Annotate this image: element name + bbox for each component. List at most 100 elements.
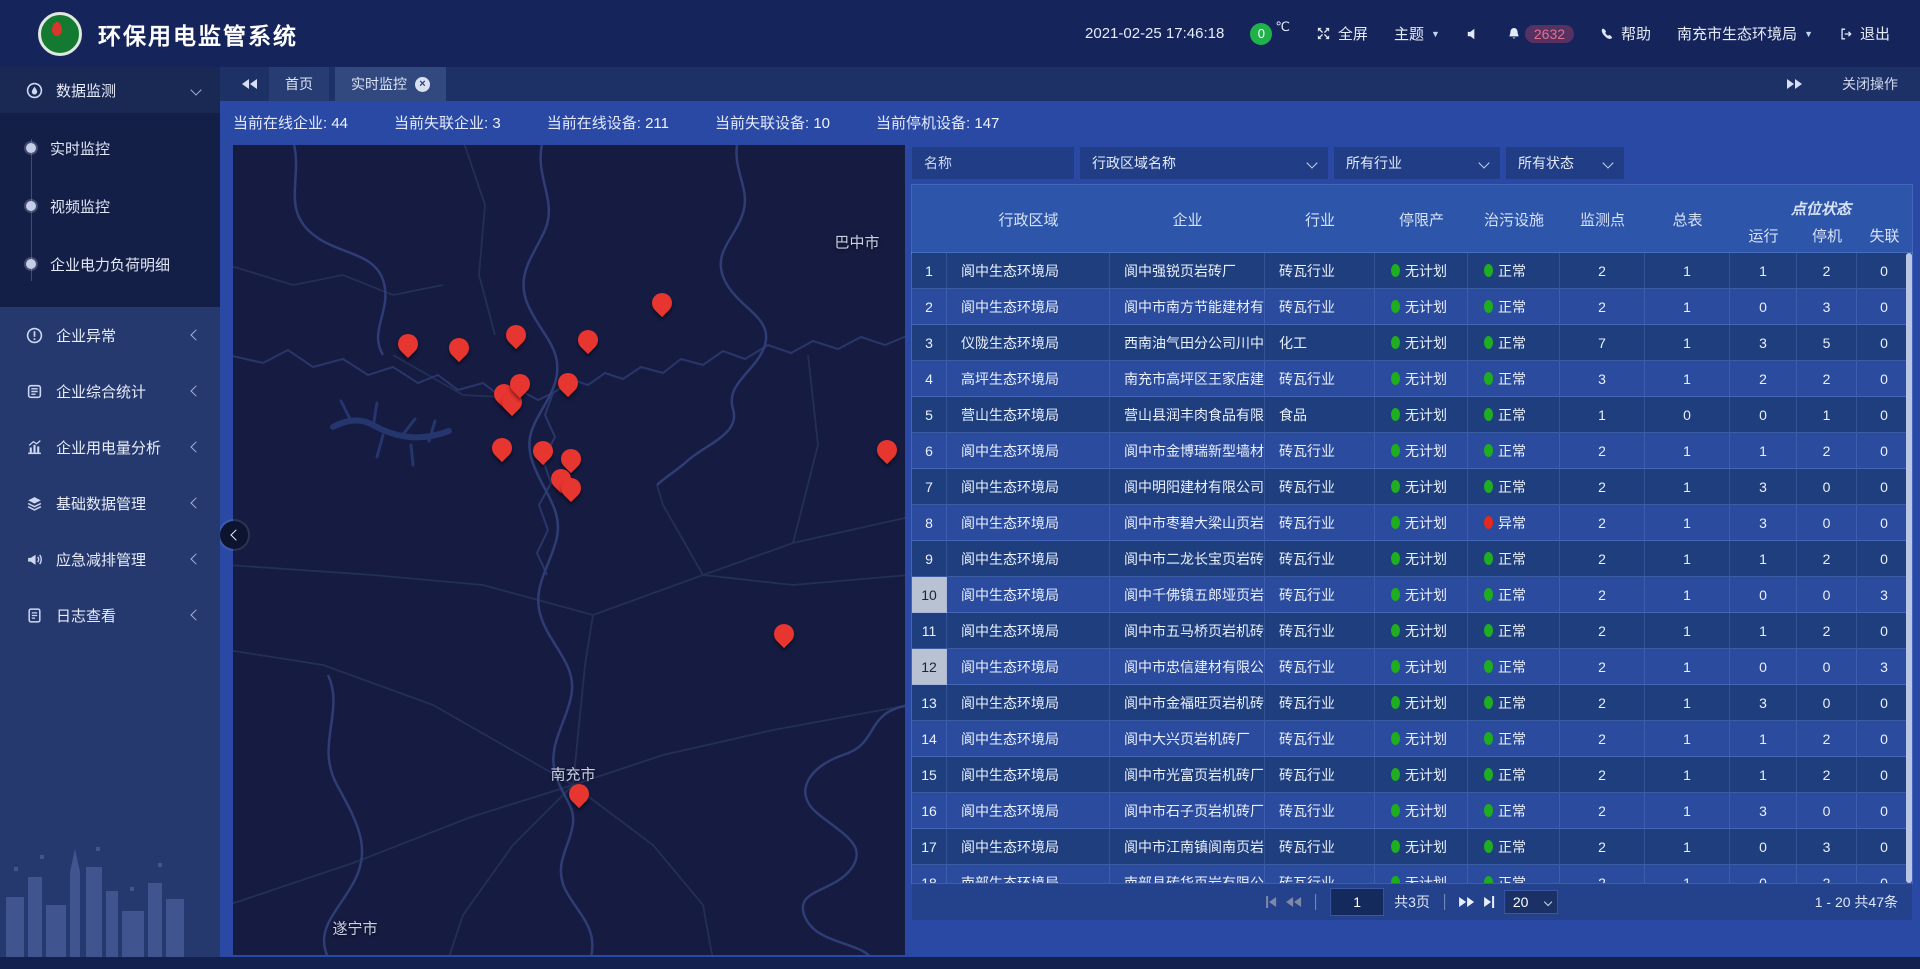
- collapse-panel-button[interactable]: [220, 521, 248, 549]
- status-dot-green-icon: [1391, 588, 1400, 601]
- table-row[interactable]: 1阆中生态环境局阆中强锐页岩砖厂砖瓦行业无计划正常21120: [912, 253, 1912, 289]
- table-row[interactable]: 17阆中生态环境局阆中市江南镇阆南页岩砖瓦行业无计划正常21030: [912, 829, 1912, 865]
- table-row[interactable]: 9阆中生态环境局阆中市二龙长宝页岩砖砖瓦行业无计划正常21120: [912, 541, 1912, 577]
- sidebar-item-data-monitoring[interactable]: 数据监测: [0, 67, 220, 113]
- status-dot-green-icon: [1484, 624, 1493, 637]
- app-header: 环保用电监管系统 2021-02-25 17:46:18 0 ℃ 全屏 主题 ▼…: [0, 0, 1920, 67]
- status-dot-green-icon: [1484, 588, 1493, 601]
- sidebar-item-realtime-monitor[interactable]: 实时监控: [0, 119, 220, 177]
- status-dot-green-icon: [1484, 444, 1493, 457]
- help-button[interactable]: 帮助: [1600, 23, 1651, 44]
- tabs: 首页实时监控×: [269, 67, 446, 101]
- caret-down-icon: ▼: [1804, 29, 1813, 39]
- close-operations-dropdown[interactable]: 关闭操作: [1842, 74, 1898, 94]
- chevron-down-icon: [190, 84, 201, 95]
- sidebar-item-emergency-reduction[interactable]: 应急减排管理: [0, 531, 220, 587]
- table-row[interactable]: 11阆中生态环境局阆中市五马桥页岩机砖砖瓦行业无计划正常21120: [912, 613, 1912, 649]
- scroll-tabs-left-icon[interactable]: [242, 79, 257, 89]
- page-size-select[interactable]: 20: [1504, 890, 1558, 914]
- table-row[interactable]: 8阆中生态环境局阆中市枣碧大梁山页岩砖瓦行业无计划异常21300: [912, 505, 1912, 541]
- status-dot-green-icon: [1391, 264, 1400, 277]
- first-page-button[interactable]: [1266, 896, 1276, 908]
- logout-button[interactable]: 退出: [1839, 23, 1890, 44]
- table-scrollbar[interactable]: [1906, 253, 1912, 883]
- sidebar-item-power-usage-analysis[interactable]: 企业用电量分析: [0, 419, 220, 475]
- map-roads: [233, 145, 905, 955]
- stats-bar: 当前在线企业: 44当前失联企业: 3当前在线设备: 211当前失联设备: 10…: [233, 112, 999, 133]
- table-row[interactable]: 16阆中生态环境局阆中市石子页岩机砖厂砖瓦行业无计划正常21300: [912, 793, 1912, 829]
- sidebar-item-power-load-detail[interactable]: 企业电力负荷明细: [0, 235, 220, 293]
- tabbar: 首页实时监控× 关闭操作: [220, 67, 1920, 101]
- tab-home[interactable]: 首页: [269, 67, 329, 101]
- col-running: 运行: [1730, 221, 1797, 253]
- scroll-tabs-right-icon[interactable]: [1787, 79, 1802, 89]
- status-dot-green-icon: [1391, 408, 1400, 421]
- sidebar-item-log-view[interactable]: 日志查看: [0, 587, 220, 643]
- chevron-left-icon: [230, 529, 241, 540]
- total-pages-label: 共3页: [1394, 892, 1430, 912]
- sidebar-item-enterprise-abnormal[interactable]: 企业异常: [0, 307, 220, 363]
- chevron-down-icon: [1602, 157, 1613, 168]
- status-dot-green-icon: [1391, 624, 1400, 637]
- table-header: 行政区域 企业 行业 停限产 治污设施 监测点 总表 点位状态 运行 停机 失联: [912, 185, 1912, 253]
- table-row[interactable]: 3仪陇生态环境局西南油气田分公司川中化工无计划正常71350: [912, 325, 1912, 361]
- temperature-badge: 0: [1250, 23, 1272, 45]
- table-row[interactable]: 12阆中生态环境局阆中市忠信建材有限公砖瓦行业无计划正常21003: [912, 649, 1912, 685]
- table-row[interactable]: 2阆中生态环境局阆中市南方节能建材有砖瓦行业无计划正常21030: [912, 289, 1912, 325]
- status-dot-green-icon: [1484, 732, 1493, 745]
- stat-item: 当前在线设备: 211: [547, 112, 669, 133]
- industry-select[interactable]: 所有行业: [1334, 147, 1500, 179]
- phone-icon: [1600, 27, 1614, 41]
- table-row[interactable]: 14阆中生态环境局阆中大兴页岩机砖厂砖瓦行业无计划正常21120: [912, 721, 1912, 757]
- logout-icon: [1839, 27, 1853, 41]
- city-skyline-decoration: [0, 827, 220, 957]
- chart-icon: [26, 439, 43, 456]
- last-page-button[interactable]: [1484, 896, 1494, 908]
- col-meters: 总表: [1645, 185, 1730, 253]
- status-dot-green-icon: [1484, 696, 1493, 709]
- sidebar-item-video-monitor[interactable]: 视频监控: [0, 177, 220, 235]
- bullet-dot-icon: [26, 259, 36, 269]
- notifications[interactable]: 2632: [1506, 25, 1574, 43]
- sidebar-item-base-data-management[interactable]: 基础数据管理: [0, 475, 220, 531]
- table-row[interactable]: 5营山生态环境局营山县润丰肉食品有限食品无计划正常10010: [912, 397, 1912, 433]
- status-dot-green-icon: [1391, 660, 1400, 673]
- sidebar-item-enterprise-statistics[interactable]: 企业综合统计: [0, 363, 220, 419]
- table-row[interactable]: 6阆中生态环境局阆中市金博瑞新型墙材砖瓦行业无计划正常21120: [912, 433, 1912, 469]
- table-row[interactable]: 4高坪生态环境局南充市高坪区王家店建砖瓦行业无计划正常31220: [912, 361, 1912, 397]
- prev-page-button[interactable]: [1286, 897, 1301, 907]
- org-dropdown[interactable]: 南充市生态环境局 ▼: [1677, 23, 1813, 44]
- table-row[interactable]: 15阆中生态环境局阆中市光富页岩机砖厂砖瓦行业无计划正常21120: [912, 757, 1912, 793]
- status-dot-green-icon: [1484, 804, 1493, 817]
- status-dot-green-icon: [1484, 480, 1493, 493]
- name-search-input[interactable]: [912, 147, 1074, 179]
- next-page-button[interactable]: [1459, 897, 1474, 907]
- mute-button[interactable]: [1466, 27, 1480, 41]
- theme-dropdown[interactable]: 主题 ▼: [1394, 23, 1440, 44]
- table-row[interactable]: 7阆中生态环境局阆中明阳建材有限公司砖瓦行业无计划正常21300: [912, 469, 1912, 505]
- status-dot-green-icon: [1391, 804, 1400, 817]
- tab-realtime-monitor[interactable]: 实时监控×: [335, 67, 446, 101]
- fullscreen-icon: [1316, 26, 1331, 41]
- table-row[interactable]: 10阆中生态环境局阆中千佛镇五郎垭页岩砖瓦行业无计划正常21003: [912, 577, 1912, 613]
- region-select[interactable]: 行政区域名称: [1080, 147, 1328, 179]
- horn-icon: [26, 551, 43, 568]
- fullscreen-button[interactable]: 全屏: [1316, 23, 1368, 44]
- col-group-point-status: 点位状态: [1730, 185, 1912, 221]
- table-row[interactable]: 18南部生态环境局南部县砖华页岩有限公砖瓦行业无计划正常21020: [912, 865, 1912, 883]
- filter-bar: 行政区域名称 所有行业 所有状态: [912, 147, 1912, 179]
- table-row[interactable]: 13阆中生态环境局阆中市金福旺页岩机砖砖瓦行业无计划正常21300: [912, 685, 1912, 721]
- stat-item: 当前失联设备: 10: [715, 112, 830, 133]
- close-tab-icon[interactable]: ×: [415, 77, 430, 92]
- status-dot-green-icon: [1391, 876, 1400, 883]
- map-panel[interactable]: 巴中市南充市遂宁市: [233, 145, 905, 955]
- stat-item: 当前在线企业: 44: [233, 112, 348, 133]
- app-title: 环保用电监管系统: [98, 17, 298, 51]
- status-select[interactable]: 所有状态: [1506, 147, 1624, 179]
- gauge-icon: [26, 82, 43, 99]
- status-dot-green-icon: [1484, 336, 1493, 349]
- page-number-input[interactable]: [1330, 888, 1384, 916]
- right-panel: 行政区域名称 所有行业 所有状态 行政区域 企业 行业 停限产 治污设施 监测点…: [912, 147, 1912, 920]
- chevron-left-icon: [190, 553, 201, 564]
- status-dot-green-icon: [1391, 480, 1400, 493]
